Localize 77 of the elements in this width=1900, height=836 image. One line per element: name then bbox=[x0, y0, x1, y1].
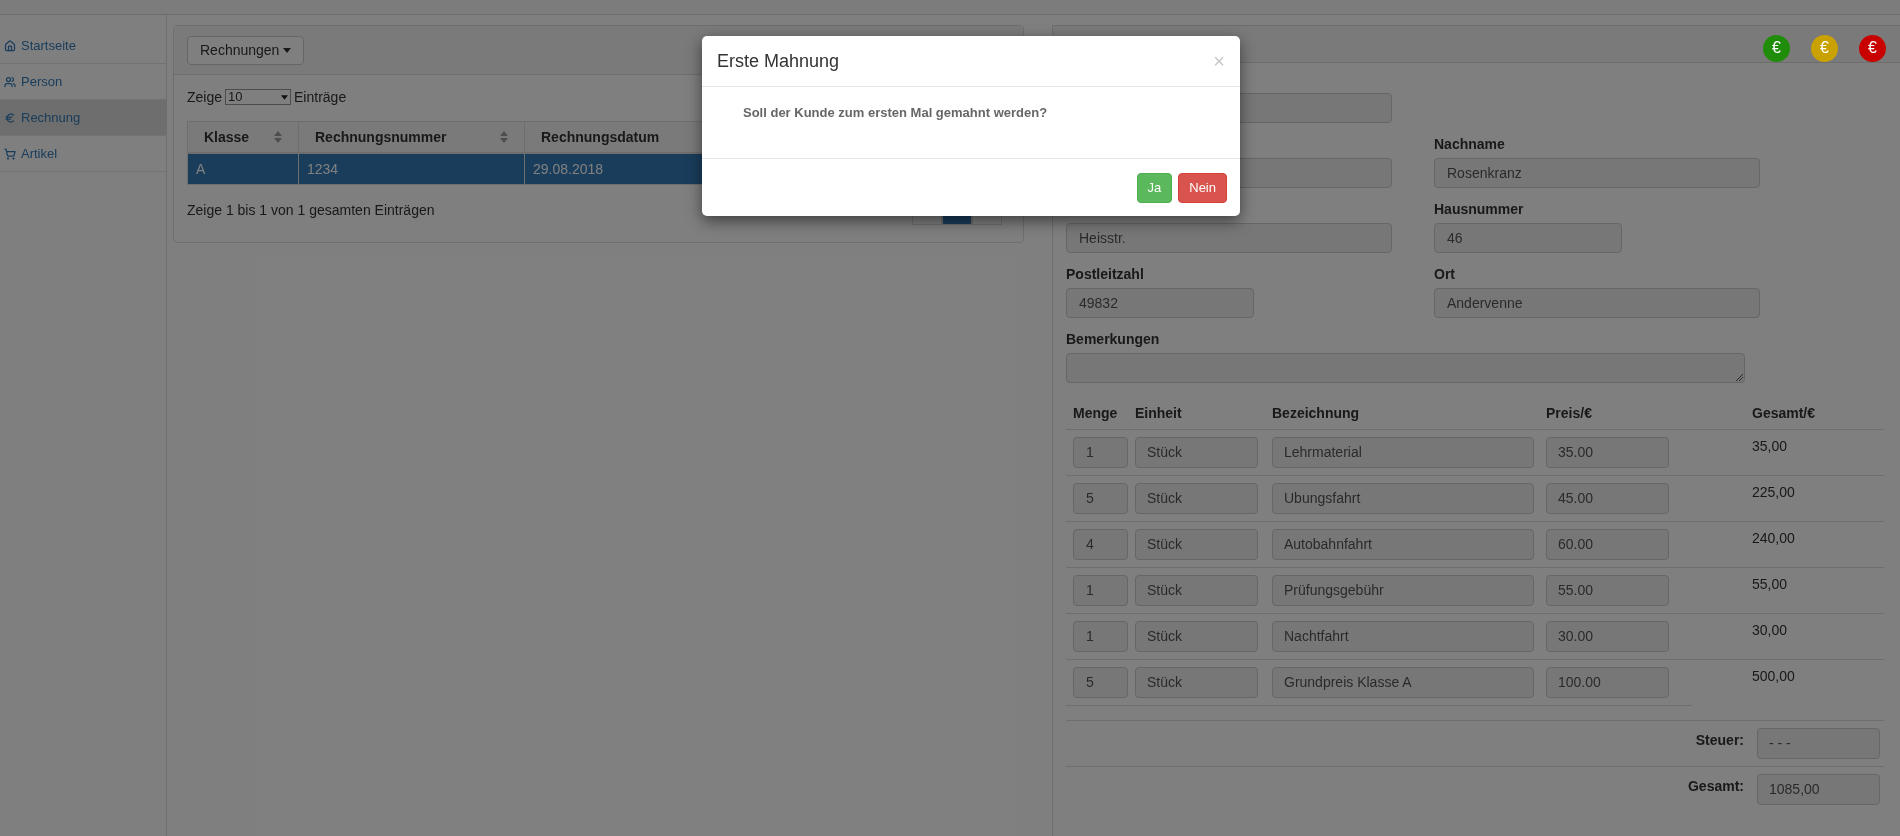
description-field[interactable]: Nachtfahrt bbox=[1272, 621, 1534, 652]
unit-field[interactable]: Stück bbox=[1135, 621, 1258, 652]
quantity-field[interactable]: 4 bbox=[1073, 529, 1128, 560]
quantity-field[interactable]: 5 bbox=[1073, 483, 1128, 514]
line-total: 500,00 bbox=[1752, 667, 1795, 686]
length-label: Zeige bbox=[187, 87, 223, 107]
column-header: Einheit bbox=[1135, 404, 1183, 423]
unit-field[interactable]: Stück bbox=[1135, 483, 1258, 514]
users-icon bbox=[4, 75, 16, 88]
description-field[interactable]: Lehrmaterial bbox=[1272, 437, 1534, 468]
unit-field[interactable]: Stück bbox=[1135, 437, 1258, 468]
summary-label: Steuer: bbox=[1695, 731, 1744, 750]
dropdown-button[interactable]: Rechnungen bbox=[187, 35, 305, 65]
table-info: Zeige 1 bis 1 von 1 gesamten Einträgen bbox=[187, 200, 435, 220]
field-label: Nachname bbox=[1434, 135, 1506, 154]
line-total: 35,00 bbox=[1752, 437, 1788, 456]
price-field[interactable]: 45.00 bbox=[1546, 483, 1669, 514]
table-cell: A bbox=[188, 154, 299, 184]
description-field[interactable]: Ubungsfahrt bbox=[1272, 483, 1534, 514]
line-total: 225,00 bbox=[1752, 483, 1795, 502]
euro-status-button[interactable]: € bbox=[1763, 34, 1790, 62]
modal-title: Erste Mahnung bbox=[717, 49, 840, 73]
field-label: Bemerkungen bbox=[1066, 330, 1161, 349]
input-field[interactable]: 49832 bbox=[1066, 288, 1254, 318]
price-field[interactable]: 100.00 bbox=[1546, 667, 1669, 698]
column-header: Preis/€ bbox=[1546, 404, 1593, 423]
column-header: Gesamt/€ bbox=[1752, 404, 1817, 423]
field-label: Ort bbox=[1434, 265, 1456, 284]
field-label: Postleitzahl bbox=[1066, 265, 1145, 284]
quantity-field[interactable]: 1 bbox=[1073, 621, 1128, 652]
line-total: 240,00 bbox=[1752, 529, 1795, 548]
euro-status-button[interactable]: € bbox=[1859, 34, 1886, 62]
column-header[interactable]: Klasse bbox=[188, 122, 299, 152]
summary-field[interactable]: 1085,00 bbox=[1757, 774, 1880, 805]
caret-icon bbox=[283, 47, 292, 53]
input-field[interactable]: Heisstr. bbox=[1066, 223, 1392, 253]
quantity-field[interactable]: 5 bbox=[1073, 667, 1128, 698]
resize-grip-icon bbox=[1736, 374, 1743, 381]
close-button[interactable]: × bbox=[1213, 51, 1225, 71]
page-size-select[interactable]: 10 bbox=[225, 89, 292, 105]
column-header: Bezeichnung bbox=[1272, 404, 1361, 423]
euro-status-button[interactable]: € bbox=[1811, 34, 1838, 62]
unit-field[interactable]: Stück bbox=[1135, 575, 1258, 606]
modal-message: Soll der Kunde zum ersten Mal gemahnt werden? bbox=[743, 104, 1048, 122]
summary-label: Gesamt: bbox=[1687, 777, 1744, 796]
table-cell: 1234 bbox=[299, 154, 525, 184]
input-field[interactable]: Andervenne bbox=[1434, 288, 1760, 318]
sort-icon bbox=[500, 131, 508, 143]
summary-field[interactable]: - - - bbox=[1757, 728, 1880, 759]
price-field[interactable]: 60.00 bbox=[1546, 529, 1669, 560]
price-field[interactable]: 35.00 bbox=[1546, 437, 1669, 468]
quantity-field[interactable]: 1 bbox=[1073, 437, 1128, 468]
unit-field[interactable]: Stück bbox=[1135, 529, 1258, 560]
field-label: Hausnummer bbox=[1434, 200, 1525, 219]
column-header[interactable]: Rechnungsnummer bbox=[299, 122, 525, 152]
description-field[interactable]: Grundpreis Klasse A bbox=[1272, 667, 1534, 698]
length-label: Einträge bbox=[294, 87, 347, 107]
description-field[interactable]: Prüfungsgebühr bbox=[1272, 575, 1534, 606]
caret-icon bbox=[281, 94, 289, 100]
euro-icon bbox=[4, 111, 16, 124]
description-field[interactable]: Autobahnfahrt bbox=[1272, 529, 1534, 560]
input-field[interactable]: 46 bbox=[1434, 223, 1622, 253]
home-icon bbox=[4, 39, 16, 52]
line-total: 55,00 bbox=[1752, 575, 1788, 594]
price-field[interactable]: 30.00 bbox=[1546, 621, 1669, 652]
line-total: 30,00 bbox=[1752, 621, 1788, 640]
price-field[interactable]: 55.00 bbox=[1546, 575, 1669, 606]
confirm-button[interactable]: Ja bbox=[1136, 172, 1173, 203]
input-field[interactable]: Rosenkranz bbox=[1434, 158, 1760, 188]
sidebar-item[interactable]: Rechnung bbox=[0, 100, 166, 136]
cancel-button[interactable]: Nein bbox=[1178, 172, 1227, 203]
quantity-field[interactable]: 1 bbox=[1073, 575, 1128, 606]
remarks-textarea[interactable] bbox=[1066, 353, 1745, 383]
sort-icon bbox=[274, 131, 282, 143]
unit-field[interactable]: Stück bbox=[1135, 667, 1258, 698]
column-header: Menge bbox=[1072, 404, 1119, 423]
cart-icon bbox=[4, 147, 16, 160]
